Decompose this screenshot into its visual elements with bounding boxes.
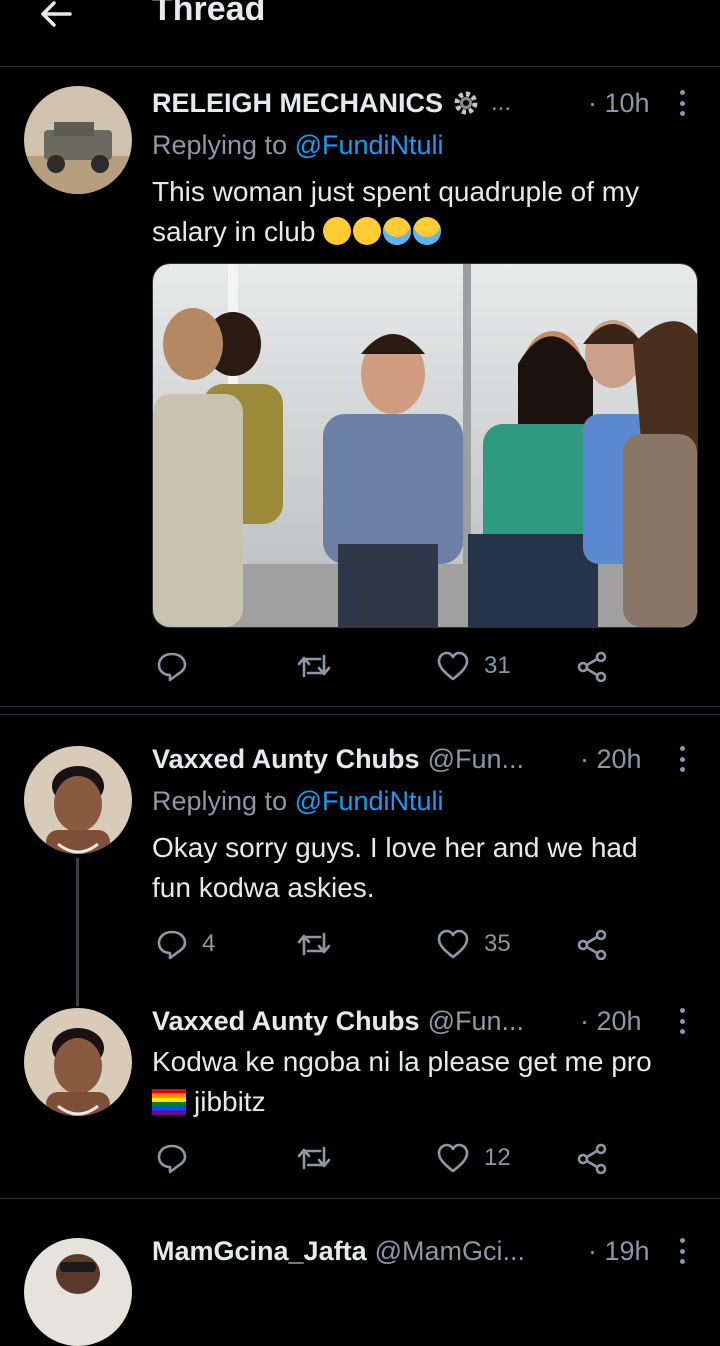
share-button[interactable] xyxy=(576,924,608,964)
timestamp[interactable]: · 19h xyxy=(588,1236,650,1267)
tweet-text-line: fun kodwa askies. xyxy=(152,872,375,903)
replying-label: Replying to xyxy=(152,786,295,816)
display-name[interactable]: MamGcina_Jafta xyxy=(152,1236,367,1267)
mention-link[interactable]: @FundiNtuli xyxy=(295,130,444,160)
retweet-icon xyxy=(297,932,331,956)
share-icon xyxy=(577,929,607,960)
arrow-left-icon xyxy=(41,1,72,27)
tweet-image[interactable] xyxy=(152,263,698,628)
reply-button[interactable] xyxy=(156,1138,202,1178)
page-title: Thread xyxy=(152,0,266,28)
reply-icon xyxy=(157,1144,187,1174)
retweet-button[interactable] xyxy=(296,646,346,686)
top-bar: Thread xyxy=(0,0,720,67)
timestamp[interactable]: · 20h xyxy=(580,744,642,775)
like-button[interactable]: 31 xyxy=(436,646,511,686)
timestamp[interactable]: · 10h xyxy=(588,88,650,119)
heart-icon xyxy=(437,929,469,959)
tweet-text: Kodwa ke ngoba ni la please get me pro j… xyxy=(152,1042,697,1126)
heart-icon xyxy=(437,1143,469,1173)
tweet-text-line: salary in club xyxy=(152,216,316,247)
avatar[interactable] xyxy=(24,1238,132,1346)
more-options-icon[interactable] xyxy=(680,746,688,772)
share-button[interactable] xyxy=(576,646,608,686)
replying-to: Replying to @FundiNtuli xyxy=(152,130,444,161)
tweet-text-line: Okay sorry guys. I love her and we had xyxy=(152,832,638,863)
reply-button[interactable]: 4 xyxy=(156,924,215,964)
display-name[interactable]: RELEIGH MECHANICS xyxy=(152,88,443,119)
tweet[interactable]: Vaxxed Aunty Chubs @Fun... · 20h Kodwa k… xyxy=(0,986,720,1198)
tweet-text: This woman just spent quadruple of my sa… xyxy=(152,172,697,252)
handle: @Fun... xyxy=(427,1005,525,1036)
tweet-text-line: Kodwa ke ngoba ni la please get me pro xyxy=(152,1046,652,1077)
retweet-button[interactable] xyxy=(296,1138,346,1178)
tweet[interactable]: Vaxxed Aunty Chubs @Fun... · 20h Replyin… xyxy=(0,724,720,984)
share-button[interactable] xyxy=(576,1138,608,1178)
display-name[interactable]: Vaxxed Aunty Chubs xyxy=(152,744,420,775)
like-button[interactable]: 12 xyxy=(436,1138,511,1178)
rainbow-flag-icon xyxy=(152,1086,186,1126)
loudly-crying-emoji xyxy=(413,217,442,245)
handle: @MamGci... xyxy=(374,1235,526,1266)
more-options-icon[interactable] xyxy=(680,1008,688,1034)
tweet[interactable]: MamGcina_Jafta @MamGci... · 19h xyxy=(0,1206,720,1346)
reply-icon xyxy=(157,930,187,960)
handle: ... xyxy=(491,89,512,116)
retweet-icon xyxy=(297,1146,331,1170)
grinning-sweat-emoji xyxy=(323,217,352,245)
divider xyxy=(0,1198,720,1199)
tweet-text: Okay sorry guys. I love her and we had f… xyxy=(152,828,697,908)
tweet-text-line: jibbitz xyxy=(194,1086,266,1117)
share-icon xyxy=(577,1143,607,1174)
mention-link[interactable]: @FundiNtuli xyxy=(295,786,444,816)
gear-icon xyxy=(451,88,481,118)
replying-label: Replying to xyxy=(152,130,295,160)
replying-to: Replying to @FundiNtuli xyxy=(152,786,444,817)
timestamp[interactable]: · 20h xyxy=(580,1006,642,1037)
tweet-actions: 31 xyxy=(152,646,652,686)
tweet-actions: 4 35 xyxy=(152,924,652,964)
more-options-icon[interactable] xyxy=(680,1238,688,1264)
tweet[interactable]: RELEIGH MECHANICS ... · 10h Replying to … xyxy=(0,66,720,706)
share-icon xyxy=(577,651,607,682)
handle: @Fun... xyxy=(427,743,525,774)
avatar[interactable] xyxy=(24,746,132,854)
back-button[interactable] xyxy=(36,0,76,34)
tweet-actions: 12 xyxy=(152,1138,652,1178)
more-options-icon[interactable] xyxy=(680,90,688,116)
reply-icon xyxy=(157,652,187,682)
avatar[interactable] xyxy=(24,1008,132,1116)
heart-icon xyxy=(437,651,469,681)
retweet-button[interactable] xyxy=(296,924,346,964)
loudly-crying-emoji xyxy=(383,217,412,245)
tweet-text-line: This woman just spent quadruple of my xyxy=(152,176,640,207)
display-name[interactable]: Vaxxed Aunty Chubs xyxy=(152,1006,420,1037)
reply-button[interactable] xyxy=(156,646,202,686)
like-button[interactable]: 35 xyxy=(436,924,511,964)
divider xyxy=(0,706,720,707)
grinning-sweat-emoji xyxy=(353,217,382,245)
divider xyxy=(0,714,720,715)
avatar[interactable] xyxy=(24,86,132,194)
retweet-icon xyxy=(297,654,331,678)
